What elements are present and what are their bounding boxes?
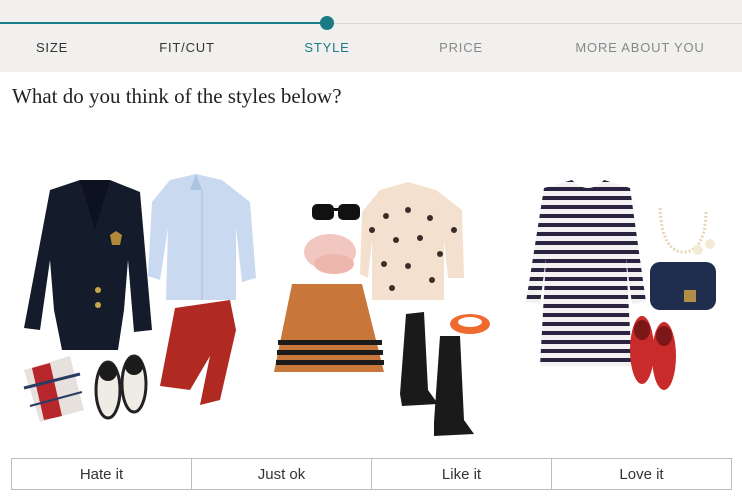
skirt-image — [274, 284, 384, 372]
rating-like-it-button[interactable]: Like it — [372, 459, 552, 489]
shirt-image — [148, 174, 256, 300]
progress-header: SIZE FIT/CUT STYLE PRICE MORE ABOUT YOU — [0, 0, 742, 72]
blazer-image — [24, 180, 152, 350]
flats-image — [94, 354, 148, 420]
progress-steps: SIZE FIT/CUT STYLE PRICE MORE ABOUT YOU — [0, 40, 742, 58]
red-flats-image — [630, 316, 676, 390]
pants-image — [160, 300, 236, 405]
outfit-3-image — [510, 160, 732, 450]
outfit-1-image — [10, 160, 260, 450]
progress-current-marker — [320, 16, 334, 30]
pink-scarf-image — [304, 234, 356, 274]
scarf-image — [23, 356, 84, 422]
striped-dress-image — [526, 180, 646, 366]
bangle-image — [450, 314, 490, 334]
earrings-image — [693, 239, 715, 255]
rating-buttons: Hate it Just ok Like it Love it — [11, 458, 732, 490]
step-size: SIZE — [35, 40, 69, 55]
sunglasses-image — [312, 204, 360, 220]
style-question: What do you think of the styles below? — [12, 84, 342, 108]
rating-just-ok-button[interactable]: Just ok — [192, 459, 372, 489]
rating-love-it-button[interactable]: Love it — [552, 459, 731, 489]
step-fit-cut: FIT/CUT — [159, 40, 215, 55]
step-style: STYLE — [304, 40, 350, 55]
progress-fill — [0, 22, 327, 24]
rating-hate-it-button[interactable]: Hate it — [12, 459, 192, 489]
polka-dot-top-image — [360, 182, 464, 300]
step-more-about-you: MORE ABOUT YOU — [575, 40, 705, 55]
clutch-image — [650, 262, 716, 310]
outfit-2-image — [268, 160, 508, 450]
step-price: PRICE — [439, 40, 483, 55]
